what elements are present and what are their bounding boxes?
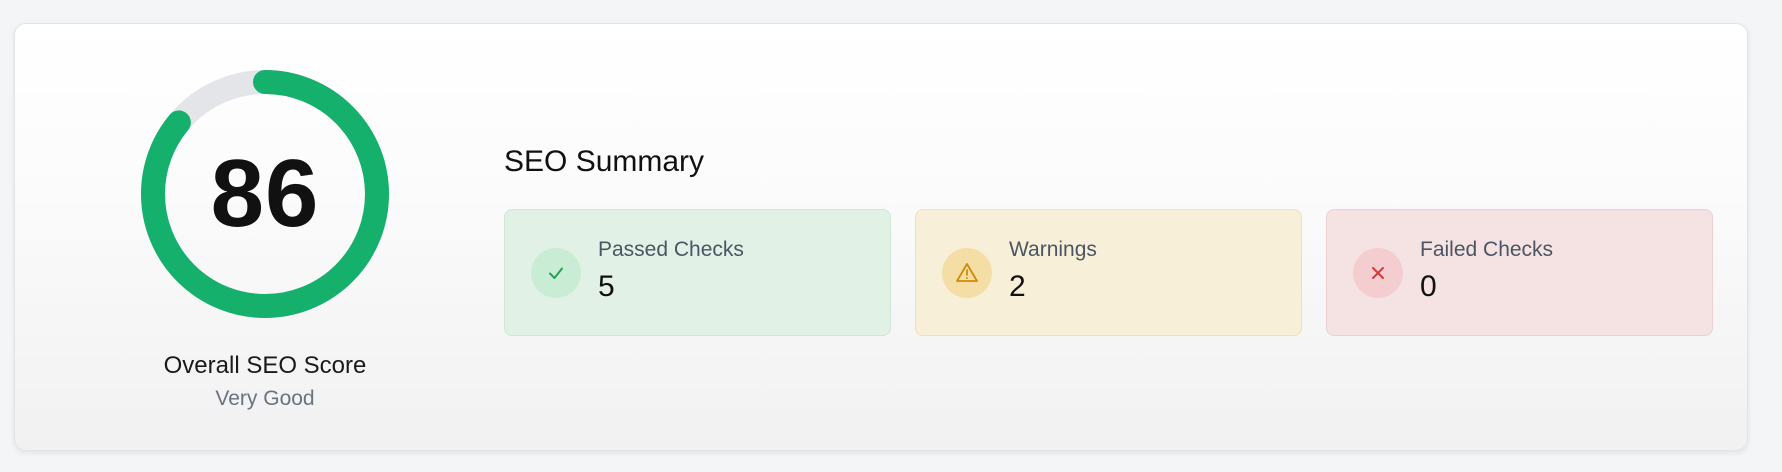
check-icon: [531, 248, 581, 298]
failed-checks-card: Failed Checks 0: [1326, 209, 1713, 336]
warnings-label: Warnings: [1009, 238, 1097, 261]
check-icon-mark: [549, 267, 563, 279]
failed-checks-label: Failed Checks: [1420, 238, 1554, 261]
score-value: 86: [210, 140, 320, 247]
seo-score-card: 86 Overall SEO Score Very Good SEO Summa…: [14, 23, 1748, 451]
failed-checks-value: 0: [1420, 270, 1437, 303]
warning-icon: [942, 248, 992, 298]
overall-score-section: 86 Overall SEO Score Very Good: [115, 70, 415, 430]
warnings-card: Warnings 2: [915, 209, 1302, 336]
score-rating: Very Good: [215, 387, 315, 410]
score-label: Overall SEO Score: [163, 352, 367, 379]
warning-icon-mark: [956, 263, 978, 282]
warnings-value: 2: [1009, 270, 1026, 303]
summary-title: SEO Summary: [504, 145, 705, 178]
x-icon: [1353, 248, 1403, 298]
x-icon-mark: [1372, 267, 1384, 279]
passed-checks-card: Passed Checks 5: [504, 209, 891, 336]
passed-checks-label: Passed Checks: [598, 238, 744, 261]
passed-checks-value: 5: [598, 270, 615, 303]
